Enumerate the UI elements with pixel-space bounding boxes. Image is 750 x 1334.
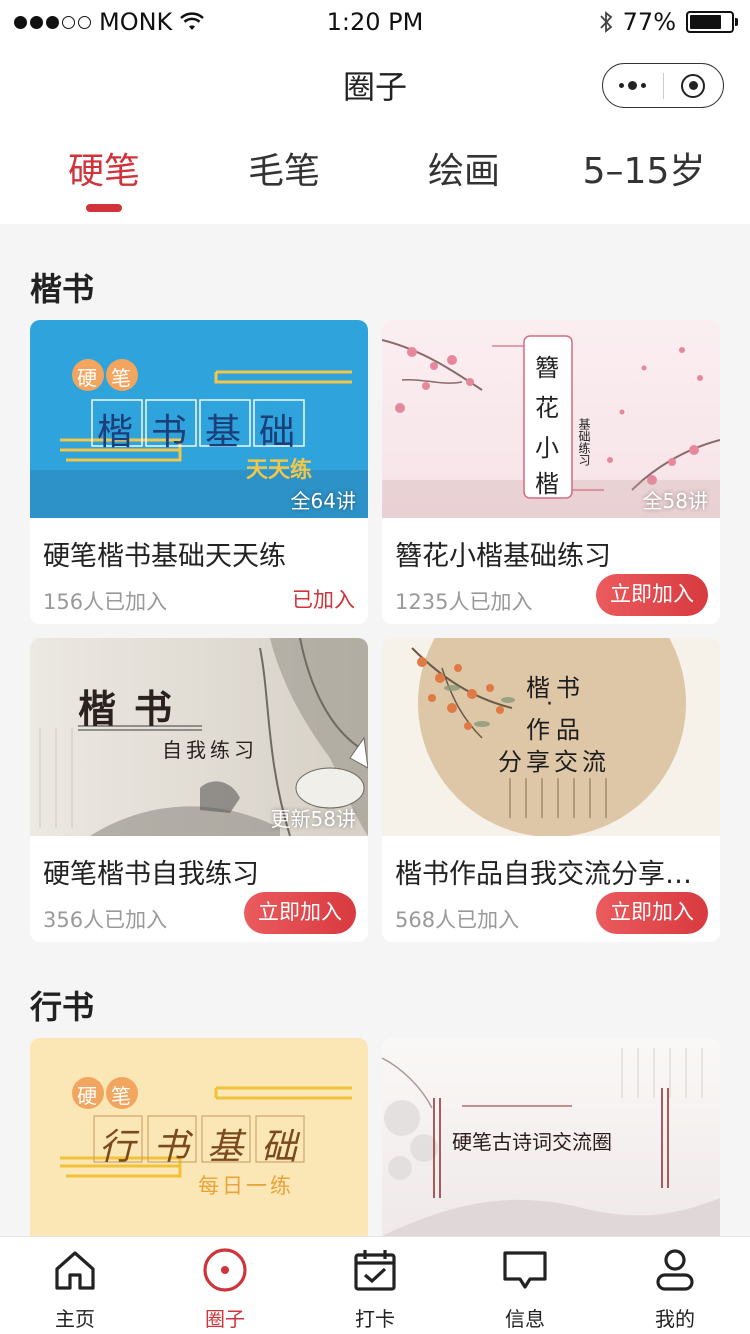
- card-title: 硬笔楷书自我练习: [43, 859, 259, 890]
- card-title: 硬笔楷书基础天天练: [43, 541, 286, 572]
- battery-icon: [686, 11, 738, 33]
- user-icon: [656, 1249, 694, 1291]
- cover-char: 书: [153, 1127, 190, 1168]
- lesson-count: 全58讲: [642, 489, 708, 513]
- tabbar-item-me[interactable]: 我的: [600, 1237, 750, 1334]
- cover-char: 书: [151, 412, 188, 453]
- cover-char: 基: [205, 412, 242, 453]
- member-count: 356人已加入: [43, 908, 168, 932]
- joined-status: 已加入: [292, 588, 355, 612]
- card-cover-image: 簪 花 小 楷 基础练习 全58讲: [382, 320, 720, 518]
- circle-card[interactable]: 硬 笔 楷 书 基 础 天天练 全64讲 硬笔楷书基础天天练 156人已加入 已…: [30, 320, 368, 624]
- tabbar-label: 我的: [655, 1307, 695, 1331]
- join-button[interactable]: 立即加入: [244, 892, 356, 934]
- navigation-bar: 圈子: [0, 44, 750, 126]
- tabbar-label: 打卡: [355, 1307, 395, 1331]
- home-icon: [55, 1251, 95, 1290]
- tabbar-item-messages[interactable]: 信息: [450, 1237, 600, 1334]
- bottom-tab-bar: 主页 圈子 打卡 信息 我的: [0, 1236, 750, 1334]
- cover-line: 作品: [526, 716, 586, 744]
- cover-char: 小: [535, 434, 559, 462]
- cover-char: 楷: [535, 470, 559, 498]
- join-button[interactable]: 立即加入: [596, 892, 708, 934]
- cover-line: 分享交流: [498, 748, 610, 776]
- battery-percent: 77%: [622, 8, 676, 36]
- mini-program-capsule: [602, 63, 724, 108]
- cover-char: 书: [134, 686, 173, 731]
- member-count: 568人已加入: [395, 908, 520, 932]
- message-icon: [503, 1251, 547, 1289]
- tabbar-item-checkin[interactable]: 打卡: [300, 1237, 450, 1334]
- tab-hard-pen[interactable]: 硬笔: [14, 126, 194, 224]
- calendar-check-icon: [354, 1250, 396, 1291]
- category-tabs: 硬笔 毛笔 绘画 5–15岁: [0, 126, 750, 224]
- cover-tag-2: 笔: [111, 1084, 131, 1108]
- cover-subtitle: 每日一练: [198, 1174, 294, 1198]
- cover-text: 硬笔古诗词交流圈: [452, 1130, 612, 1154]
- tab-painting[interactable]: 绘画: [374, 126, 554, 224]
- section-title-kaishu: 楷书: [30, 270, 95, 308]
- circle-card[interactable]: 簪 花 小 楷 基础练习 全58讲 簪花小楷基础练习 1235人已加入 立即加入: [382, 320, 720, 624]
- cover-char: 础: [259, 412, 296, 453]
- tab-brush[interactable]: 毛笔: [194, 126, 374, 224]
- target-close-icon: [681, 73, 706, 98]
- circle-card[interactable]: 楷 书 自我练习 更新58讲 硬笔楷书自我练习 356人已加入 立即加入: [30, 638, 368, 942]
- cover-side-text: 基础练习: [577, 418, 591, 466]
- card-cover-image: 楷 书 自我练习 更新58讲: [30, 638, 368, 836]
- circle-card[interactable]: 楷书 · 作品 分享交流 楷书作品自我交流分享… 568人已加入 立即加入: [382, 638, 720, 942]
- tabbar-item-circle[interactable]: 圈子: [150, 1237, 300, 1334]
- card-cover-image: 硬 笔 楷 书 基 础 天天练 全64讲: [30, 320, 368, 518]
- cover-char: 花: [535, 394, 559, 422]
- bluetooth-icon: [599, 11, 612, 33]
- cover-line: 楷书: [526, 674, 586, 702]
- section-title-xingshu: 行书: [30, 988, 95, 1026]
- member-count: 1235人已加入: [395, 590, 533, 614]
- tabbar-label: 信息: [505, 1307, 545, 1331]
- card-title: 簪花小楷基础练习: [395, 541, 611, 572]
- close-mini-program-button[interactable]: [664, 73, 724, 98]
- lesson-count: 更新58讲: [270, 807, 356, 831]
- cover-subtitle: 自我练习: [162, 738, 258, 762]
- cover-subtitle: 天天练: [246, 458, 313, 483]
- cover-char: 行: [99, 1127, 136, 1168]
- join-button[interactable]: 立即加入: [596, 574, 708, 616]
- lesson-count: 全64讲: [290, 489, 356, 513]
- cover-tag-1: 硬: [77, 1084, 97, 1108]
- tabbar-label: 圈子: [205, 1307, 245, 1331]
- cover-char: 楷: [78, 686, 127, 731]
- circle-target-icon: [203, 1248, 247, 1292]
- tab-age-5-15[interactable]: 5–15岁: [554, 126, 734, 224]
- cover-char: 础: [261, 1127, 298, 1168]
- card-cover-image: 硬笔古诗词交流圈: [382, 1038, 720, 1236]
- cover-tag-1: 硬: [77, 366, 97, 390]
- tabbar-item-home[interactable]: 主页: [0, 1237, 150, 1334]
- more-options-button[interactable]: [603, 81, 663, 90]
- cover-char: 基: [207, 1127, 244, 1168]
- card-cover-image: 楷书 · 作品 分享交流: [382, 638, 720, 836]
- card-title: 楷书作品自我交流分享…: [395, 859, 692, 890]
- cover-tag-2: 笔: [111, 366, 131, 390]
- status-bar: MONK 1:20 PM 77%: [0, 0, 750, 44]
- member-count: 156人已加入: [43, 590, 168, 614]
- tabbar-label: 主页: [55, 1307, 95, 1331]
- cover-char: 簪: [535, 354, 559, 382]
- card-cover-image: 硬 笔 行 书 基 础 每日一练: [30, 1038, 368, 1236]
- cover-char: 楷: [97, 412, 134, 453]
